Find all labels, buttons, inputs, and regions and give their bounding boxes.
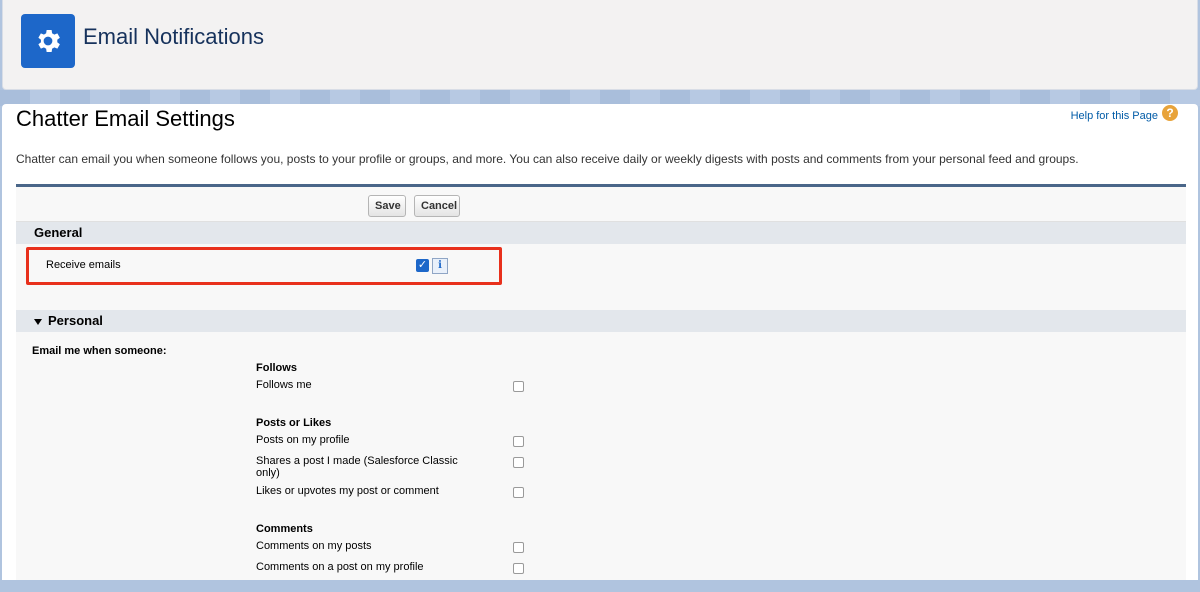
page-title: Chatter Email Settings	[16, 106, 235, 131]
page-header: Email Notifications	[2, 0, 1198, 90]
highlight-box	[26, 247, 502, 285]
group-title-posts-or-likes: Posts or Likes	[256, 417, 332, 429]
gear-icon	[21, 14, 75, 68]
group-title-follows: Follows	[256, 362, 297, 374]
checkbox-likes-upvotes[interactable]	[513, 487, 524, 498]
collapse-triangle-icon[interactable]	[34, 318, 42, 325]
group-title-comments: Comments	[256, 523, 313, 535]
checkbox-follows-me[interactable]	[513, 381, 524, 392]
save-button[interactable]: Save	[368, 195, 406, 217]
option-label-posts-on-profile: Posts on my profile	[256, 434, 350, 446]
option-label-follows-me: Follows me	[256, 379, 312, 391]
settings-form: Save Cancel General Receive emails ✓ i P…	[16, 184, 1186, 580]
section-personal-title: Personal	[48, 313, 103, 328]
section-general: General	[16, 222, 1186, 244]
header-title: Email Notifications	[83, 24, 264, 49]
checkbox-comments-on-posts[interactable]	[513, 542, 524, 553]
option-label-shares-post: Shares a post I made (Salesforce Classic…	[256, 455, 458, 479]
page-description: Chatter can email you when someone follo…	[16, 152, 1079, 166]
checkbox-posts-on-profile[interactable]	[513, 436, 524, 447]
settings-panel: Chatter Email Settings Help for this Pag…	[2, 104, 1198, 580]
help-link[interactable]: Help for this Page	[1071, 110, 1158, 122]
option-label-likes-upvotes: Likes or upvotes my post or comment	[256, 485, 439, 497]
option-label-shares-post-line2: only)	[256, 467, 280, 479]
cancel-button[interactable]: Cancel	[414, 195, 460, 217]
checkbox-shares-post[interactable]	[513, 457, 524, 468]
help-icon[interactable]: ?	[1162, 105, 1178, 121]
option-label-shares-post-line1: Shares a post I made (Salesforce Classic	[256, 455, 458, 467]
option-label-comments-on-posts: Comments on my posts	[256, 540, 372, 552]
checkbox-comments-on-profile-post[interactable]	[513, 563, 524, 574]
email-me-when-label: Email me when someone:	[32, 345, 167, 357]
option-label-comments-on-profile-post: Comments on a post on my profile	[256, 561, 424, 573]
button-row: Save Cancel	[16, 187, 1186, 222]
section-personal[interactable]: Personal	[16, 310, 1186, 332]
